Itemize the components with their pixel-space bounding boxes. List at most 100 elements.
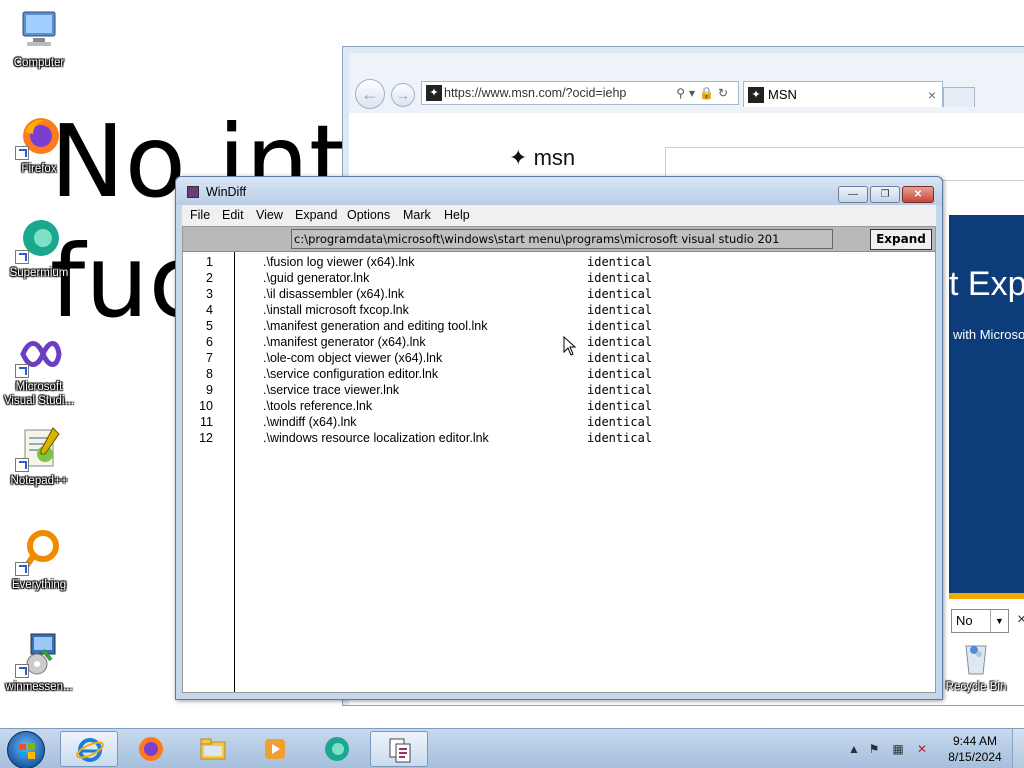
row-status: identical [587,351,653,365]
mouse-cursor-icon [563,336,577,356]
menu-view[interactable]: View [256,208,283,222]
recycle-bin-icon [940,640,1012,679]
minimize-button[interactable]: — [838,186,868,203]
row-filename: .\install microsoft fxcop.lnk [263,303,409,317]
clock[interactable]: 9:44 AM 8/15/2024 [940,733,1010,765]
firefox-icon [139,737,163,761]
msn-logo[interactable]: ✦ msn [509,145,575,171]
compared-path: c:\programdata\microsoft\windows\start m… [291,229,833,249]
close-button[interactable]: ✕ [902,186,934,203]
menu-help[interactable]: Help [444,208,470,222]
prompt-select[interactable]: No ▼ [951,609,1009,633]
select-value: No [956,613,973,628]
internet-explorer-icon [76,738,104,762]
row-status: identical [587,383,653,397]
network-icon[interactable]: ▦ [890,741,906,757]
desktop-icon-computer[interactable]: Computer [0,6,78,70]
action-center-flag-icon[interactable]: ⚑ [866,741,882,757]
taskbar-internet-explorer[interactable] [60,731,118,767]
file-row[interactable]: 8 .\service configuration editor.lnk ident… [183,366,935,382]
maximize-button[interactable]: ❐ [870,186,900,203]
menu-edit[interactable]: Edit [222,208,244,222]
browser-tab-msn[interactable]: ✦ MSN × [743,81,943,107]
desktop-icon-everything[interactable]: Everything [0,528,78,592]
close-icon[interactable]: × [1017,611,1024,629]
taskbar-windiff[interactable] [370,731,428,767]
file-row[interactable]: 6 .\manifest generator (x64).lnk identical [183,334,935,350]
media-player-icon [265,739,285,759]
menu-file[interactable]: File [190,208,210,222]
row-status: identical [587,367,653,381]
volume-muted-icon[interactable]: ✕ [914,741,930,757]
row-status: identical [587,319,653,333]
taskbar-supermium[interactable] [308,731,366,767]
taskbar-media-player[interactable] [246,731,304,767]
tab-close-icon[interactable]: × [928,82,936,108]
show-hidden-icons-icon[interactable]: ▲ [846,741,862,757]
file-row[interactable]: 7 .\ole-com object viewer (x64).lnk identi… [183,350,935,366]
address-tools-icons[interactable]: ⚲▾🔒↻ [676,82,732,104]
promo-banner[interactable]: t Exple with Microso [949,215,1024,595]
row-status: identical [587,303,653,317]
expand-button[interactable]: Expand [870,229,932,250]
shortcut-arrow-icon [15,562,29,576]
menu-expand[interactable]: Expand [295,208,337,222]
clock-time: 9:44 AM [952,734,998,748]
desktop-icon-visual-studio[interactable]: Microsoft Visual Studi... [0,330,78,408]
row-filename: .\fusion log viewer (x64).lnk [263,255,415,269]
desktop-icon-installer[interactable]: winmessen... [0,630,78,694]
taskbar-firefox[interactable] [122,731,180,767]
windiff-window[interactable]: WinDiff — ❐ ✕ File Edit View Expand Opti… [175,176,943,700]
desktop-icon-supermium[interactable]: Supermium [0,216,78,280]
start-button[interactable] [7,731,45,768]
system-tray: ▲ ⚑ ▦ ✕ 9:44 AM 8/15/2024 [840,729,1024,768]
browser-nav-row: ← → ✦ https://www.msn.com/?ocid=iehp ⚲▾🔒… [349,77,1024,111]
shortcut-arrow-icon [15,364,29,378]
firefox-icon [15,112,63,160]
restore-icon: ❐ [880,189,890,200]
row-status: identical [587,399,653,413]
clock-date: 8/15/2024 [948,750,1002,764]
file-row[interactable]: 11 .\windiff (x64).lnk identical [183,414,935,430]
title-bar[interactable]: WinDiff — ❐ ✕ [176,177,942,205]
menu-mark[interactable]: Mark [403,208,431,222]
desktop-icon-recycle-bin[interactable]: Recycle Bin [940,640,1012,693]
tab-title: MSN [768,87,797,102]
desktop-icon-label: Notepad++ [10,475,68,487]
file-row[interactable]: 3 .\il disassembler (x64).lnk identical [183,286,935,302]
taskbar-file-explorer[interactable] [184,731,242,767]
comparison-list[interactable]: c:\programdata\microsoft\windows\start m… [182,226,936,693]
banner-headline: t Exple [949,265,1024,303]
row-number: 3 [206,287,213,301]
banner-strip [949,593,1024,599]
file-explorer-icon [200,738,226,760]
row-filename: .\windiff (x64).lnk [263,415,357,429]
desktop-icon-notepadpp[interactable]: Notepad++ [0,424,78,488]
row-number: 1 [206,255,213,269]
msn-favicon-icon: ✦ [748,87,764,103]
windows-logo-icon [19,743,35,759]
back-button[interactable]: ← [355,79,385,109]
file-row[interactable]: 5 .\manifest generation and editing tool.… [183,318,935,334]
row-number: 11 [200,415,213,429]
row-status: identical [587,271,653,285]
row-status: identical [587,431,653,445]
desktop-icon-label: Firefox [21,163,57,175]
file-row[interactable]: 12 .\windows resource localization editor… [183,430,935,446]
file-row[interactable]: 4 .\install microsoft fxcop.lnk identical [183,302,935,318]
new-tab-button[interactable] [943,87,975,107]
show-desktop-button[interactable] [1012,729,1024,768]
shortcut-arrow-icon [15,146,29,160]
menu-options[interactable]: Options [347,208,390,222]
row-number: 12 [199,431,213,445]
close-icon: ✕ [913,189,923,200]
address-bar[interactable]: ✦ https://www.msn.com/?ocid=iehp ⚲▾🔒↻ [421,81,739,105]
forward-button[interactable]: → [391,83,415,107]
file-row[interactable]: 2 .\guid generator.lnk identical [183,270,935,286]
desktop-icon-label: Microsoft Visual Studi... [3,381,75,407]
desktop-icon-firefox[interactable]: Firefox [0,112,78,176]
row-filename: .\service configuration editor.lnk [263,367,439,381]
file-row[interactable]: 10 .\tools reference.lnk identical [183,398,935,414]
file-row[interactable]: 1 .\fusion log viewer (x64).lnk identical [183,254,935,270]
file-row[interactable]: 9 .\service trace viewer.lnk identical [183,382,935,398]
